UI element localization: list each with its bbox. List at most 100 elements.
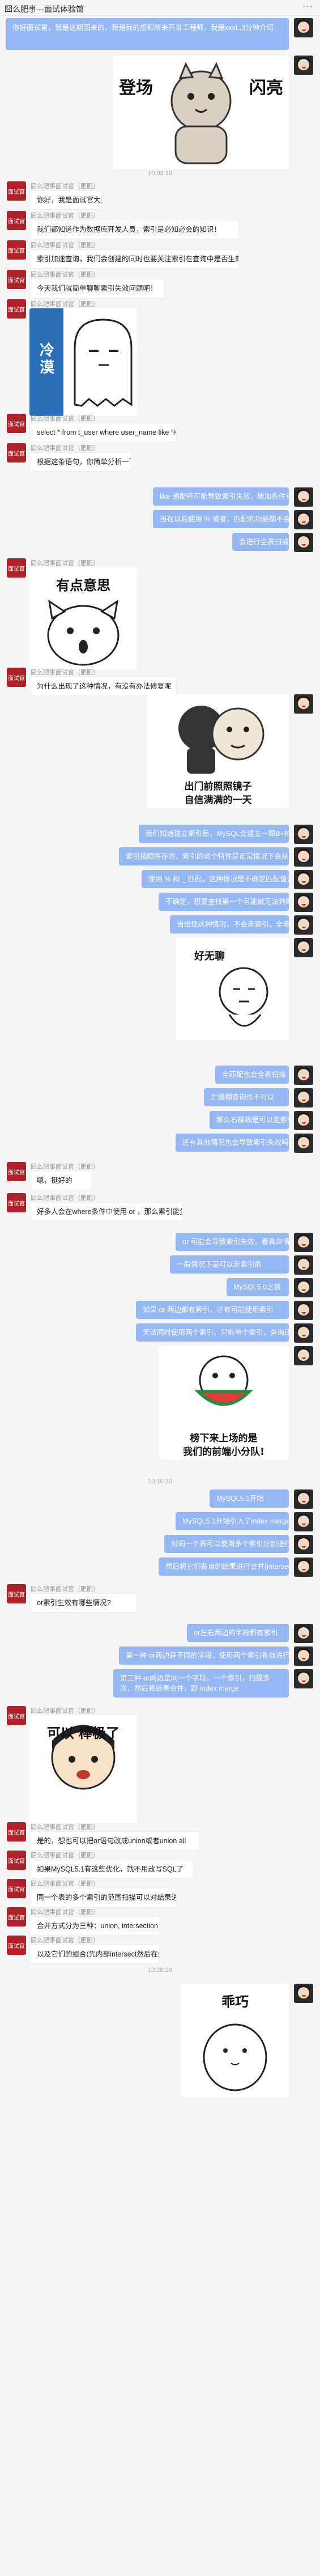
my-avatar[interactable]	[294, 1558, 313, 1577]
my-avatar[interactable]	[294, 1984, 313, 2003]
message-bubble[interactable]: select * from t_user where user_name lik…	[29, 423, 177, 442]
interviewer-avatar[interactable]: 面试官	[7, 211, 26, 230]
interviewer-avatar[interactable]: 面试官	[7, 240, 26, 260]
message-bubble[interactable]: 对同一个表可以使用多个索引分别进行条件扫描	[164, 1535, 289, 1553]
message-bubble[interactable]: like 通配符可能导致索引失效，能加条件查询	[153, 487, 289, 506]
my-avatar[interactable]	[294, 915, 313, 935]
sticker-message[interactable]: 有点意思	[29, 567, 137, 669]
interviewer-avatar[interactable]: 面试官	[7, 1584, 26, 1603]
my-avatar[interactable]	[294, 1346, 313, 1365]
message-bubble[interactable]: 无法同时使用两个索引，只能单个索引，查询还是可能全表扫描	[136, 1323, 289, 1342]
interviewer-avatar[interactable]: 面试官	[7, 1162, 26, 1181]
my-avatar[interactable]	[294, 870, 313, 889]
my-avatar[interactable]	[294, 938, 313, 957]
message-bubble[interactable]: 如果MySQL5.1有这些优化，就不用改写SQL了	[29, 1860, 194, 1879]
message-bubble[interactable]: 如果 or 两边都有索引，才有可能使用索引	[136, 1301, 289, 1319]
interviewer-avatar[interactable]: 面试官	[7, 414, 26, 433]
message-bubble[interactable]: 一般情况下是可以走索引的	[170, 1255, 289, 1274]
sticker-message[interactable]: 乖巧	[181, 1984, 289, 2097]
interviewer-avatar[interactable]: 面试官	[7, 443, 26, 462]
sticker-message[interactable]: 冷漠	[29, 308, 137, 416]
my-avatar[interactable]	[294, 1134, 313, 1153]
interviewer-avatar[interactable]: 面试官	[7, 668, 26, 687]
message-bubble[interactable]: or索引生效有哪些情况?	[29, 1593, 137, 1612]
avatar-face	[298, 1236, 309, 1247]
interviewer-avatar[interactable]: 面试官	[7, 299, 26, 319]
my-avatar[interactable]	[294, 1233, 313, 1252]
message-bubble[interactable]: 第二种 or两边是同一个字段，一个索引，扫描多次，然后将结果合并，即 index…	[113, 1669, 289, 1697]
message-bubble[interactable]: MySQL5.0之前	[227, 1278, 289, 1296]
interviewer-avatar[interactable]: 面试官	[7, 1851, 26, 1870]
my-avatar[interactable]	[294, 893, 313, 912]
message-bubble[interactable]: 为什么出现了这种情况，有没有办法修复呢	[29, 677, 177, 696]
message-bubble[interactable]: 当出现这种情况，不会走索引，全表扫描	[170, 915, 289, 933]
message-bubble[interactable]: 你好，我是面试官大肥	[29, 190, 102, 210]
my-avatar[interactable]	[294, 1489, 313, 1509]
avatar-label: 面试官	[8, 1830, 25, 1836]
my-avatar[interactable]	[294, 1301, 313, 1320]
my-avatar[interactable]	[294, 510, 313, 529]
message-bubble[interactable]: 索引加速查询，我们会创建的同时也要关注索引在查询中是否生效	[29, 249, 239, 269]
message-bubble[interactable]: 是的，想也可以把or语句改成union或者union all	[29, 1831, 199, 1851]
message-bubble[interactable]: MySQL5.1开始引入了index merge技术	[176, 1512, 289, 1530]
my-avatar[interactable]	[294, 694, 313, 714]
my-avatar[interactable]	[294, 18, 313, 37]
my-avatar[interactable]	[294, 1066, 313, 1085]
message-bubble[interactable]: 还有其他情况也会导致索引失效吗	[176, 1134, 289, 1152]
interviewer-avatar[interactable]: 面试官	[7, 1193, 26, 1212]
my-avatar[interactable]	[294, 1278, 313, 1297]
message-bubble[interactable]: 我们都知道作为数据库开发人员，索引是必知必会的知识！	[29, 220, 239, 239]
more-icon[interactable]: ···	[302, 2, 313, 12]
my-avatar[interactable]	[294, 1088, 313, 1107]
message-bubble[interactable]: 第一种 or两边是不同的字段，使用两个索引各自进行扫描	[119, 1646, 289, 1665]
message-bubble[interactable]: 会进行全表扫描	[232, 533, 289, 551]
my-avatar[interactable]	[294, 1646, 313, 1666]
my-avatar[interactable]	[294, 533, 313, 552]
sticker-message[interactable]: 榜下来上场的是 我们的前端小分队!	[159, 1346, 289, 1459]
my-avatar[interactable]	[294, 825, 313, 844]
sticker-message[interactable]: 登场 闪亮	[113, 56, 289, 169]
message-bubble[interactable]: 以及它们的组合(先内部intersect然后在外面union)	[29, 1945, 160, 1964]
message-bubble[interactable]: 根据这条语句，你简单分析一下：	[29, 452, 131, 472]
my-avatar[interactable]	[294, 56, 313, 75]
interviewer-avatar[interactable]: 面试官	[7, 1907, 26, 1926]
avatar-face	[298, 896, 309, 907]
message-bubble[interactable]: 左模糊查询也不可以	[204, 1088, 289, 1106]
my-avatar[interactable]	[294, 1624, 313, 1643]
message-bubble[interactable]: 今天我们就简单聊聊索引失效问题吧！	[29, 279, 165, 298]
my-avatar[interactable]	[294, 487, 313, 507]
my-avatar[interactable]	[294, 1669, 313, 1688]
my-avatar[interactable]	[294, 1535, 313, 1554]
message-bubble[interactable]: 你好面试官，我是这期回来的，我是我的想和新来开发工程师，我是xxxL,3分钟介绍	[6, 18, 289, 50]
interviewer-avatar[interactable]: 面试官	[7, 181, 26, 201]
sticker-message[interactable]: 可以 棒极了	[29, 1715, 137, 1823]
my-avatar[interactable]	[294, 1512, 313, 1531]
interviewer-avatar[interactable]: 面试官	[7, 1879, 26, 1898]
message-bubble[interactable]: 我们知道建立索引后，MySQL会建立一颗B+树，结构 B+Tree	[139, 825, 289, 843]
message-bubble[interactable]: 使用 % 和 _ 匹配，这种情况是不确定匹配值开头的	[142, 870, 289, 888]
message-bubble[interactable]: 好多人会在where条件中使用 or ，那么索引能生效吗？	[29, 1202, 182, 1221]
message-bubble[interactable]: 当在以后使用 % 或者，匹配的功能都不会走索引	[153, 510, 289, 528]
my-avatar[interactable]	[294, 1111, 313, 1130]
interviewer-avatar[interactable]: 面试官	[7, 1822, 26, 1841]
message-bubble[interactable]: or左右两边的字段都有索引	[187, 1624, 289, 1642]
my-avatar[interactable]	[294, 847, 313, 867]
interviewer-avatar[interactable]: 面试官	[7, 558, 26, 578]
sticker-message[interactable]: 好无聊	[176, 938, 289, 1040]
message-bubble[interactable]: 不确定，想要查找第一个可能就无法判断	[159, 893, 289, 911]
message-bubble[interactable]: 那么右模糊是可以走索引的	[210, 1111, 289, 1129]
message-bubble[interactable]: 嗯，挺好的	[29, 1171, 92, 1190]
message-bubble[interactable]: 全匹配也会全表扫描	[215, 1066, 289, 1084]
my-avatar[interactable]	[294, 1255, 313, 1275]
message-bubble[interactable]: 同一个表的多个索引的范围扫描可以对结果进行合并	[29, 1888, 177, 1907]
my-avatar[interactable]	[294, 1323, 313, 1343]
message-bubble[interactable]: or 可能会导致索引失效，看具体情况	[176, 1233, 289, 1251]
interviewer-avatar[interactable]: 面试官	[7, 270, 26, 289]
message-bubble[interactable]: 索引按顺序存的，索引的这个特性是正常情况下会从左到右的比较	[119, 847, 289, 865]
message-bubble[interactable]: 合并方式分为三种：union, intersection	[29, 1916, 160, 1936]
interviewer-avatar[interactable]: 面试官	[7, 1706, 26, 1725]
message-bubble[interactable]: 然后将它们各自的结果进行合并(intersect/union)	[159, 1558, 289, 1576]
message-bubble[interactable]: MySQL5.1开始	[210, 1489, 289, 1508]
sticker-message[interactable]: 出门前照照镜子 自信满满的一天	[147, 694, 289, 808]
interviewer-avatar[interactable]: 面试官	[7, 1936, 26, 1955]
